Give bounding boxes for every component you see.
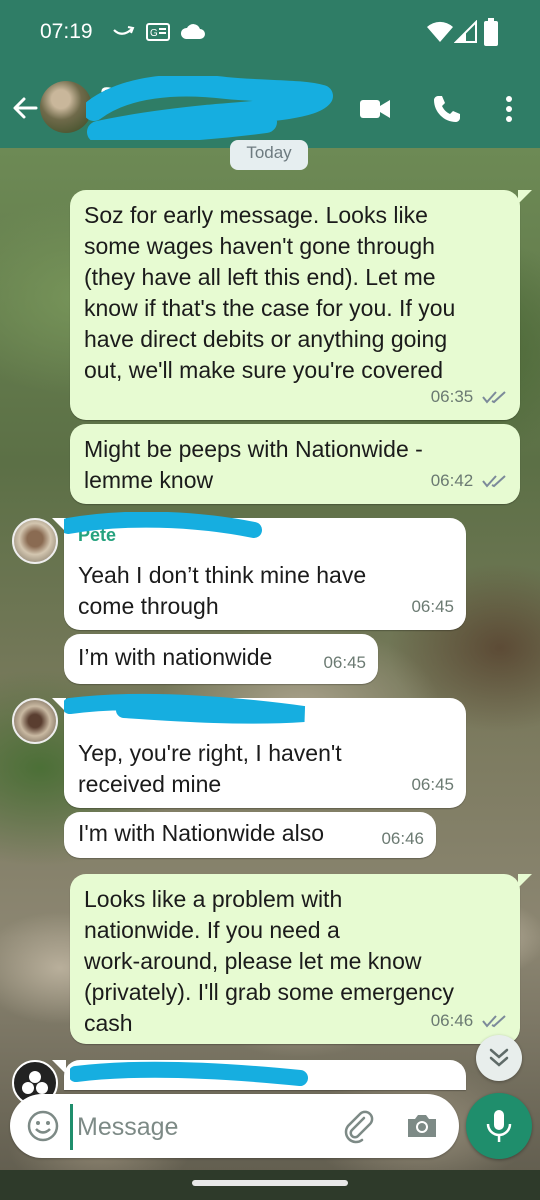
double-tick-icon <box>482 1015 506 1028</box>
video-call-icon[interactable] <box>358 92 392 126</box>
mic-icon <box>486 1110 512 1142</box>
message-bubble-outgoing[interactable]: Looks like a problem with nationwide. If… <box>70 874 520 1044</box>
redaction-scribble <box>64 693 306 724</box>
cloud-icon <box>180 24 205 39</box>
bubble-tail <box>518 874 532 888</box>
redaction-scribble <box>86 76 333 140</box>
scroll-to-bottom-button[interactable] <box>476 1035 522 1081</box>
voice-call-icon[interactable] <box>430 92 464 126</box>
message-text: Soz for early message. Looks like some w… <box>84 202 456 383</box>
status-bar: 07:19 G <box>0 0 540 68</box>
message-meta: 06:45 <box>411 769 454 800</box>
contact-avatar[interactable] <box>40 81 92 133</box>
curve-arrow-icon <box>113 26 135 35</box>
double-chevron-down-icon <box>489 1048 509 1067</box>
message-bubble-incoming[interactable] <box>64 1060 466 1090</box>
message-bubble-incoming[interactable]: I’m with nationwide 06:45 <box>64 634 378 684</box>
news-icon: G <box>146 23 170 41</box>
battery-icon <box>484 18 498 46</box>
message-composer <box>10 1094 459 1158</box>
message-bubble-incoming[interactable]: I'm with Nationwide also 06:46 <box>64 812 436 858</box>
redaction-scribble <box>70 1061 308 1086</box>
message-meta: 06:45 <box>323 647 366 678</box>
date-chip: Today <box>230 140 308 170</box>
mic-button[interactable] <box>466 1093 532 1159</box>
wifi-icon <box>427 21 453 42</box>
message-text: Looks like a problem with nationwide. If… <box>84 886 454 1036</box>
message-bubble-outgoing[interactable]: Might be peeps with Nationwide - lemme k… <box>70 424 520 504</box>
message-meta: 06:46 <box>381 823 424 854</box>
message-time: 06:45 <box>323 653 366 672</box>
message-time: 06:35 <box>430 387 474 406</box>
message-time: 06:46 <box>430 1011 474 1030</box>
double-tick-icon <box>482 391 506 404</box>
message-time: 06:45 <box>411 775 454 794</box>
message-text: Might be peeps with Nationwide - lemme k… <box>84 436 423 493</box>
message-meta: 06:46 <box>431 1005 508 1036</box>
signal-icon <box>454 20 477 43</box>
camera-icon[interactable] <box>404 1108 440 1144</box>
bubble-tail <box>518 190 532 204</box>
message-text: Yeah I don’t think mine have come throug… <box>78 562 367 619</box>
more-vert-icon[interactable] <box>492 92 526 126</box>
message-time: 06:42 <box>430 471 474 490</box>
message-meta: 06:45 <box>411 591 454 622</box>
message-bubble-incoming[interactable]: na Yep, you're right, I haven't received… <box>64 693 466 808</box>
redaction-scribble <box>64 512 262 538</box>
message-time: 06:45 <box>411 597 454 616</box>
message-text: I'm with Nationwide also <box>78 820 324 846</box>
svg-text:G: G <box>150 28 158 39</box>
double-tick-icon <box>482 475 506 488</box>
chat-header: S <box>0 68 540 148</box>
home-gesture-handle[interactable] <box>192 1180 348 1186</box>
attach-icon[interactable] <box>340 1108 376 1144</box>
message-time: 06:46 <box>381 829 424 848</box>
emoji-icon[interactable] <box>26 1109 60 1143</box>
message-bubble-outgoing[interactable]: Soz for early message. Looks like some w… <box>70 190 520 420</box>
message-input[interactable] <box>70 1104 329 1150</box>
message-text: I’m with nationwide <box>78 644 273 670</box>
message-bubble-incoming[interactable]: Pete Yeah I don’t think mine have come t… <box>64 512 466 630</box>
message-text: Yep, you're right, I haven't received mi… <box>78 740 342 797</box>
status-time: 07:19 <box>40 20 93 43</box>
message-meta: 06:42 <box>431 465 508 496</box>
message-meta: 06:35 <box>431 381 508 412</box>
